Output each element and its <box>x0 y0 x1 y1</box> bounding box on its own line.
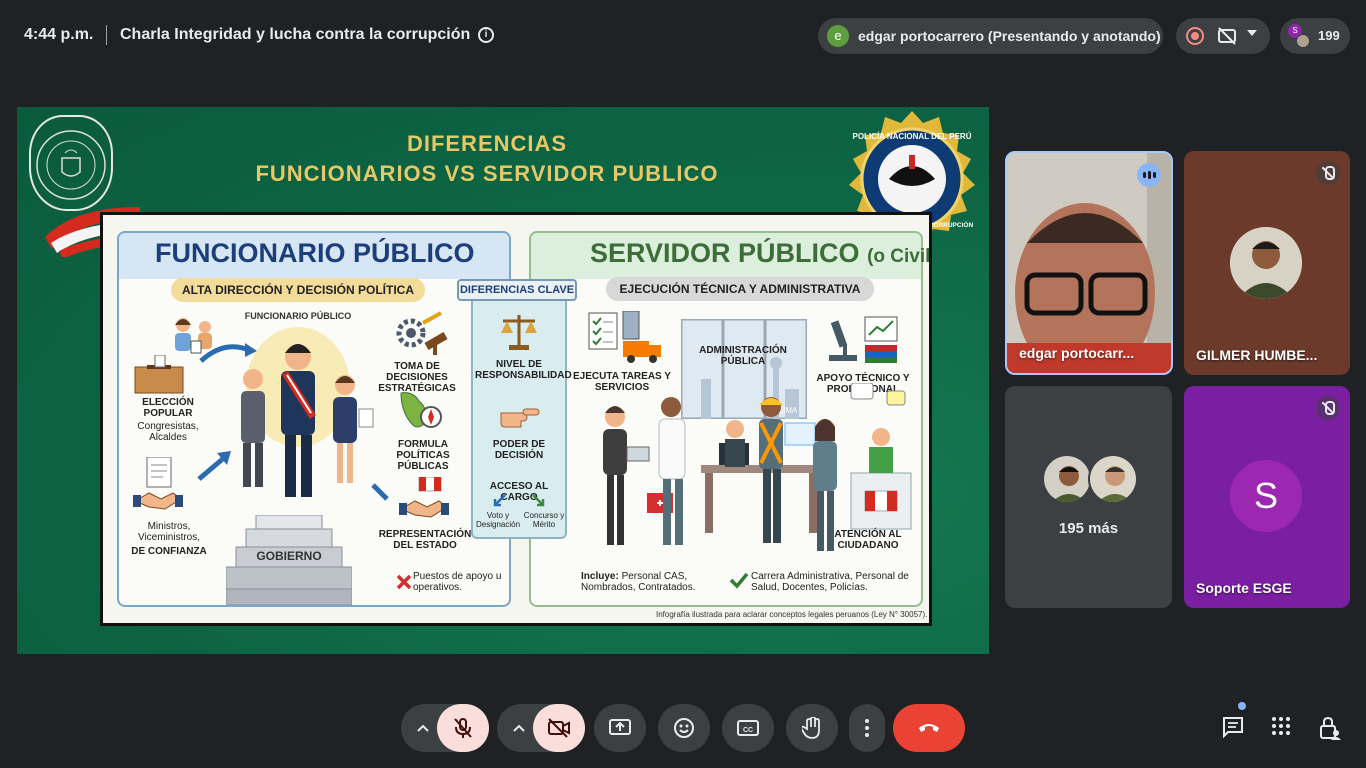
mic-off-icon <box>1316 161 1340 185</box>
concurso-label: Concurso y Mérito <box>523 511 565 529</box>
scales-icon <box>501 315 537 350</box>
funcionario-heading: FUNCIONARIO PÚBLICO <box>155 238 475 268</box>
footnote: Infografía ilustrada para aclarar concep… <box>656 610 928 619</box>
more-vert-icon[interactable] <box>849 704 885 752</box>
carrera-text: Carrera Administrativa, Personal de Salu… <box>751 571 909 593</box>
servidor-heading: SERVIDOR PÚBLICO (o Civil) <box>590 238 932 268</box>
camera-control-group <box>497 704 585 752</box>
arc-label: FUNCIONARIO PÚBLICO <box>244 311 352 321</box>
servidor-subtitle: EJECUCIÓN TÉCNICA Y ADMINISTRATIVA <box>606 277 874 301</box>
camera-off-icon[interactable] <box>533 704 585 752</box>
info-icon[interactable]: i <box>478 27 494 43</box>
peru-map-compass-icon <box>400 392 442 428</box>
svg-text:CC: CC <box>743 727 753 734</box>
presenter-chip[interactable]: e edgar portocarrero (Presentando y anot… <box>818 18 1163 54</box>
ballot-box-icon <box>134 355 184 394</box>
captions-off-icon[interactable] <box>1217 26 1237 46</box>
cross-icon <box>396 574 412 590</box>
notification-dot <box>1238 702 1246 710</box>
apps-icon[interactable] <box>1271 716 1297 742</box>
svg-text:POLICÍA NACIONAL DEL PERÚ: POLICÍA NACIONAL DEL PERÚ <box>853 132 972 141</box>
participant-tile-gilmer[interactable]: GILMER HUMBE... <box>1184 151 1350 375</box>
participant-name: GILMER HUMBE... <box>1196 347 1318 363</box>
participant-tile-soporte[interactable]: S Soporte ESGE <box>1184 386 1350 608</box>
participants-button[interactable]: S 199 <box>1280 18 1350 54</box>
presentation-slide: DIFERENCIAS FUNCIONARIOS VS SERVIDOR PUB… <box>17 107 989 654</box>
participant-name: Soporte ESGE <box>1196 580 1292 596</box>
recording-controls[interactable] <box>1176 18 1270 54</box>
more-participants-tile[interactable]: 195 más <box>1005 386 1172 608</box>
chevron-up-icon[interactable] <box>405 704 441 752</box>
confianza-label: DE CONFIANZA <box>131 546 207 557</box>
gobierno-label: GOBIERNO <box>256 549 322 563</box>
poder-label: PODER DE DECISIÓN <box>492 439 546 461</box>
microscope-chart-icon <box>829 316 898 363</box>
recording-icon[interactable] <box>1186 27 1204 45</box>
gears-gavel-icon <box>396 311 448 355</box>
formula-label: FORMULA POLÍTICAS PÚBLICAS <box>396 439 450 472</box>
nivel-label: NIVEL DE RESPONSABILIDAD <box>475 359 572 381</box>
funcionario-subtitle: ALTA DIRECCIÓN Y DECISIÓN POLÍTICA <box>171 278 425 302</box>
end-call-button[interactable] <box>893 704 965 752</box>
participant-avatar <box>1042 454 1092 504</box>
participants-icon: S <box>1288 24 1312 48</box>
puestos-label: Puestos de apoyo u operativos. <box>413 571 502 593</box>
atencion-label: ATENCIÓN AL CIUDADANO <box>834 529 902 551</box>
representacion-label: REPRESENTACIÓN DEL ESTADO <box>378 529 472 551</box>
participant-name: edgar portocarr... <box>1019 345 1135 361</box>
end-call-icon <box>919 724 939 732</box>
mic-off-icon[interactable] <box>437 704 489 752</box>
participant-avatar <box>1230 227 1302 299</box>
more-participants-label: 195 más <box>1058 520 1119 537</box>
slide-title: DIFERENCIAS FUNCIONARIOS VS SERVIDOR PUB… <box>255 131 719 186</box>
participant-avatar <box>1088 454 1138 504</box>
check-icon <box>729 572 749 589</box>
pointing-hand-icon <box>500 408 540 428</box>
emoji-icon[interactable] <box>658 704 710 752</box>
incluye-text: Incluye: Personal CAS, Nombrados, Contra… <box>581 571 696 593</box>
lock-person-icon[interactable] <box>1319 716 1345 742</box>
meeting-title: Charla Integridad y lucha contra la corr… <box>120 26 471 43</box>
participant-avatar: S <box>1230 460 1302 532</box>
key-differences-heading: DIFERENCIAS CLAVE <box>457 279 577 301</box>
participant-tile-edgar[interactable]: edgar portocarr... <box>1005 151 1173 375</box>
divider <box>106 25 107 45</box>
eleccion-label: ELECCIÓN POPULAR <box>142 397 194 419</box>
captions-icon[interactable]: CC <box>722 704 774 752</box>
clock: 4:44 p.m. <box>24 26 94 43</box>
participant-count: 199 <box>1318 28 1340 43</box>
ministros-label: Ministros, Viceministros, <box>137 521 201 543</box>
presenter-label: edgar portocarrero (Presentando y anotan… <box>858 28 1161 44</box>
mic-control-group <box>401 704 489 752</box>
infographic: FUNCIONARIO PÚBLICO SERVIDOR PÚBLICO (o … <box>100 212 932 626</box>
handshake-flag-icon <box>371 477 449 518</box>
chevron-down-icon[interactable] <box>1247 30 1257 36</box>
top-bar: 4:44 p.m. Charla Integridad y lucha cont… <box>0 0 1366 70</box>
present-screen-icon[interactable] <box>594 704 646 752</box>
eleccion-sub: Congresistas, Alcaldes <box>137 421 199 443</box>
speaking-indicator-icon <box>1137 163 1161 187</box>
chevron-up-icon[interactable] <box>501 704 537 752</box>
chat-icon[interactable] <box>1222 716 1248 742</box>
arrows-icon <box>493 494 545 507</box>
mic-off-icon <box>1316 396 1340 420</box>
presenter-avatar: e <box>827 25 849 47</box>
tasks-truck-icon <box>588 311 661 363</box>
handshake-document-icon <box>133 457 183 510</box>
call-controls-bar: CC <box>0 690 1366 768</box>
hand-icon[interactable] <box>786 704 838 752</box>
officials-illustration <box>241 327 374 497</box>
admin-label: ADMINISTRACIÓN PÚBLICA <box>699 345 787 367</box>
voto-label: Voto y Designación <box>475 511 521 529</box>
